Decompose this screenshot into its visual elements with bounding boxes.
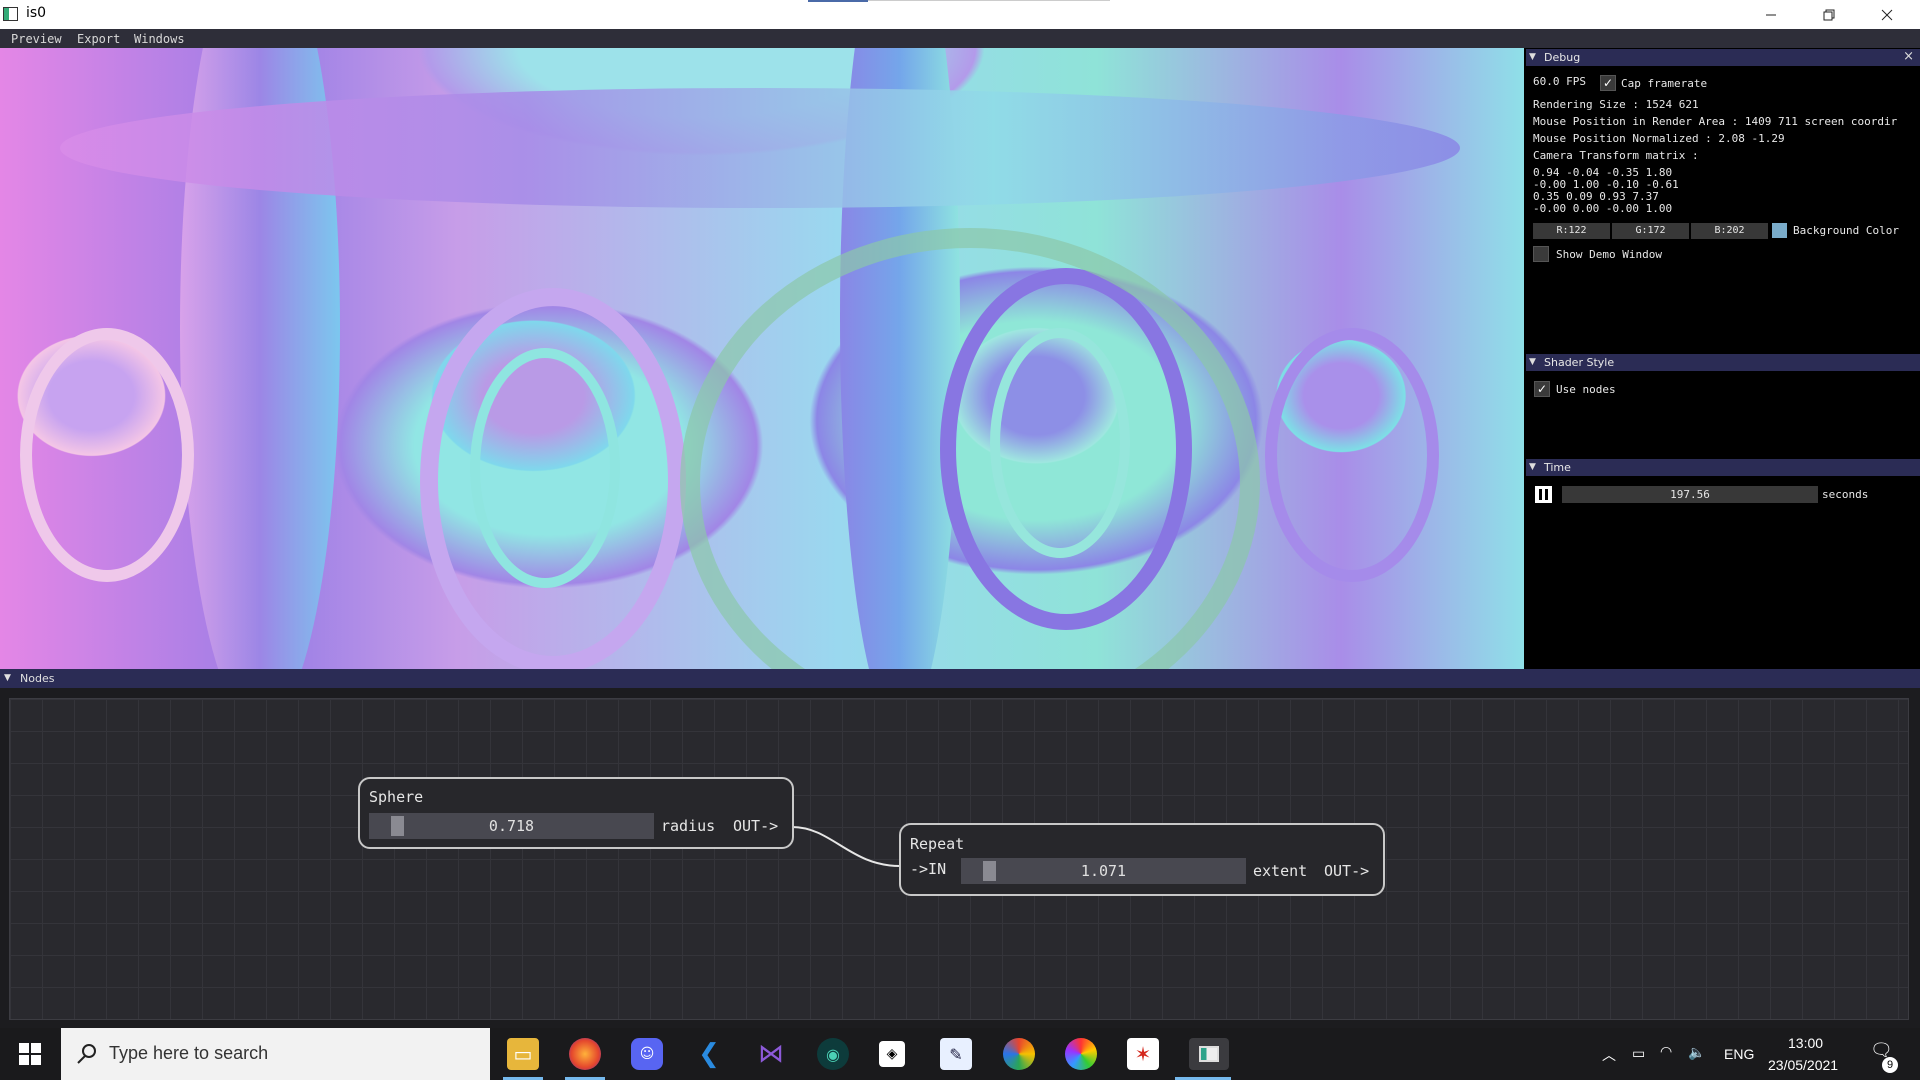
chrome-canary-icon[interactable] <box>1003 1038 1035 1070</box>
paint-icon[interactable]: ✎ <box>940 1038 972 1070</box>
node-links-layer <box>791 826 901 867</box>
firefox-icon[interactable] <box>569 1038 601 1070</box>
start-button[interactable] <box>14 1038 46 1070</box>
repeat-extent-slider[interactable]: 1.071 <box>961 858 1246 884</box>
gitkraken-icon[interactable]: ◉ <box>817 1038 849 1070</box>
sphere-output-port[interactable]: OUT-> <box>733 817 778 835</box>
vscode-icon[interactable]: ❮ <box>693 1038 725 1070</box>
repeat-input-port[interactable]: ->IN <box>910 860 946 878</box>
visual-studio-icon[interactable]: ⋈ <box>755 1038 787 1070</box>
sphere-radius-slider[interactable]: 0.718 <box>369 813 654 839</box>
chevron-up-icon[interactable]: ︿ <box>1602 1045 1616 1065</box>
repeat-extent-label: extent <box>1253 862 1308 880</box>
language-indicator[interactable]: ENG <box>1724 1046 1754 1062</box>
repeat-extent-value: 1.071 <box>1080 862 1127 880</box>
notification-badge: 9 <box>1882 1057 1898 1073</box>
app-window-glyph <box>1199 1046 1219 1062</box>
search-icon <box>77 1044 96 1064</box>
repeat-output-port[interactable]: OUT-> <box>1324 862 1369 880</box>
battery-icon[interactable]: ▭ <box>1632 1045 1645 1062</box>
acrobat-icon[interactable]: ✶ <box>1127 1038 1159 1070</box>
aperture-icon[interactable] <box>1065 1038 1097 1070</box>
volume-icon[interactable]: 🔈 <box>1688 1044 1705 1061</box>
is0-app-icon[interactable] <box>1189 1038 1229 1070</box>
windows-logo-icon <box>19 1043 41 1065</box>
unity-icon[interactable]: ◈ <box>879 1041 905 1067</box>
file-explorer-icon[interactable]: ▭ <box>507 1038 539 1070</box>
clock-time[interactable]: 13:00 <box>1788 1035 1823 1051</box>
clock-date[interactable]: 23/05/2021 <box>1768 1057 1838 1073</box>
wifi-icon[interactable]: ◠ <box>1660 1043 1672 1060</box>
sphere-radius-label: radius <box>661 817 716 835</box>
sphere-radius-value: 0.718 <box>488 817 535 835</box>
search-box[interactable]: Type here to search <box>61 1028 490 1080</box>
sphere-node-title: Sphere <box>369 788 424 806</box>
search-placeholder: Type here to search <box>109 1043 269 1063</box>
node-link[interactable] <box>791 826 901 867</box>
discord-icon[interactable]: ☺ <box>631 1038 663 1070</box>
repeat-node-title: Repeat <box>910 835 965 853</box>
